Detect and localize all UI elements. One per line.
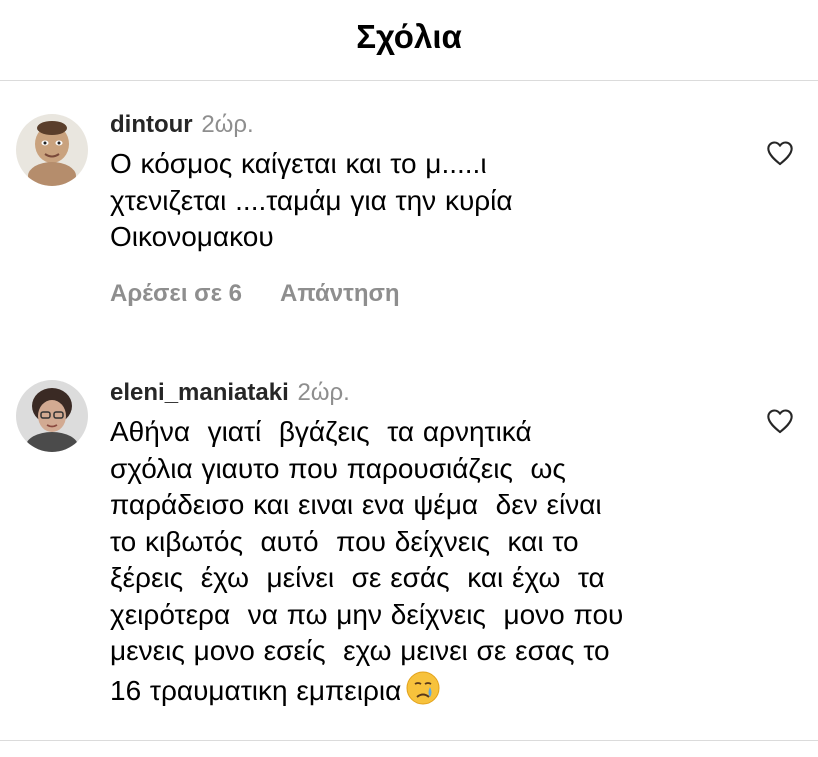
comment-meta: eleni_maniataki 2ώρ. (110, 378, 730, 408)
comment-text: Αθήνα γιατί βγάζεις τα αρνητικά σχόλια γ… (110, 414, 730, 709)
comment-meta: dintour 2ώρ. (110, 110, 730, 140)
comment-actions: Αρέσει σε 6 Απάντηση (110, 280, 730, 308)
heart-outline-icon[interactable] (766, 140, 794, 166)
page-title: Σχόλια (356, 18, 462, 55)
comment-body: eleni_maniataki 2ώρ. Αθήνα γιατί βγάζεις… (110, 378, 730, 709)
avatar[interactable] (16, 114, 88, 186)
reply-button[interactable]: Απάντηση (280, 280, 400, 307)
heart-outline-icon[interactable] (766, 408, 794, 434)
likes-count-button[interactable]: Αρέσει σε 6 (110, 280, 242, 307)
comment-text: Ο κόσμος καίγεται και το μ.....ι χτενιζε… (110, 148, 513, 252)
comment-body: dintour 2ώρ. Ο κόσμος καίγεται και το μ.… (110, 110, 730, 308)
comments-header: Σχόλια (0, 0, 818, 81)
comment-text-content: Αθήνα γιατί βγάζεις τα αρνητικά σχόλια γ… (110, 416, 624, 706)
bottom-divider (0, 740, 818, 741)
comment-time: 2ώρ. (201, 111, 254, 138)
comment-username[interactable]: dintour (110, 111, 193, 138)
comment-time: 2ώρ. (297, 379, 350, 406)
comment-username[interactable]: eleni_maniataki (110, 379, 289, 406)
avatar[interactable] (16, 380, 88, 452)
crying-face-emoji (405, 670, 441, 706)
